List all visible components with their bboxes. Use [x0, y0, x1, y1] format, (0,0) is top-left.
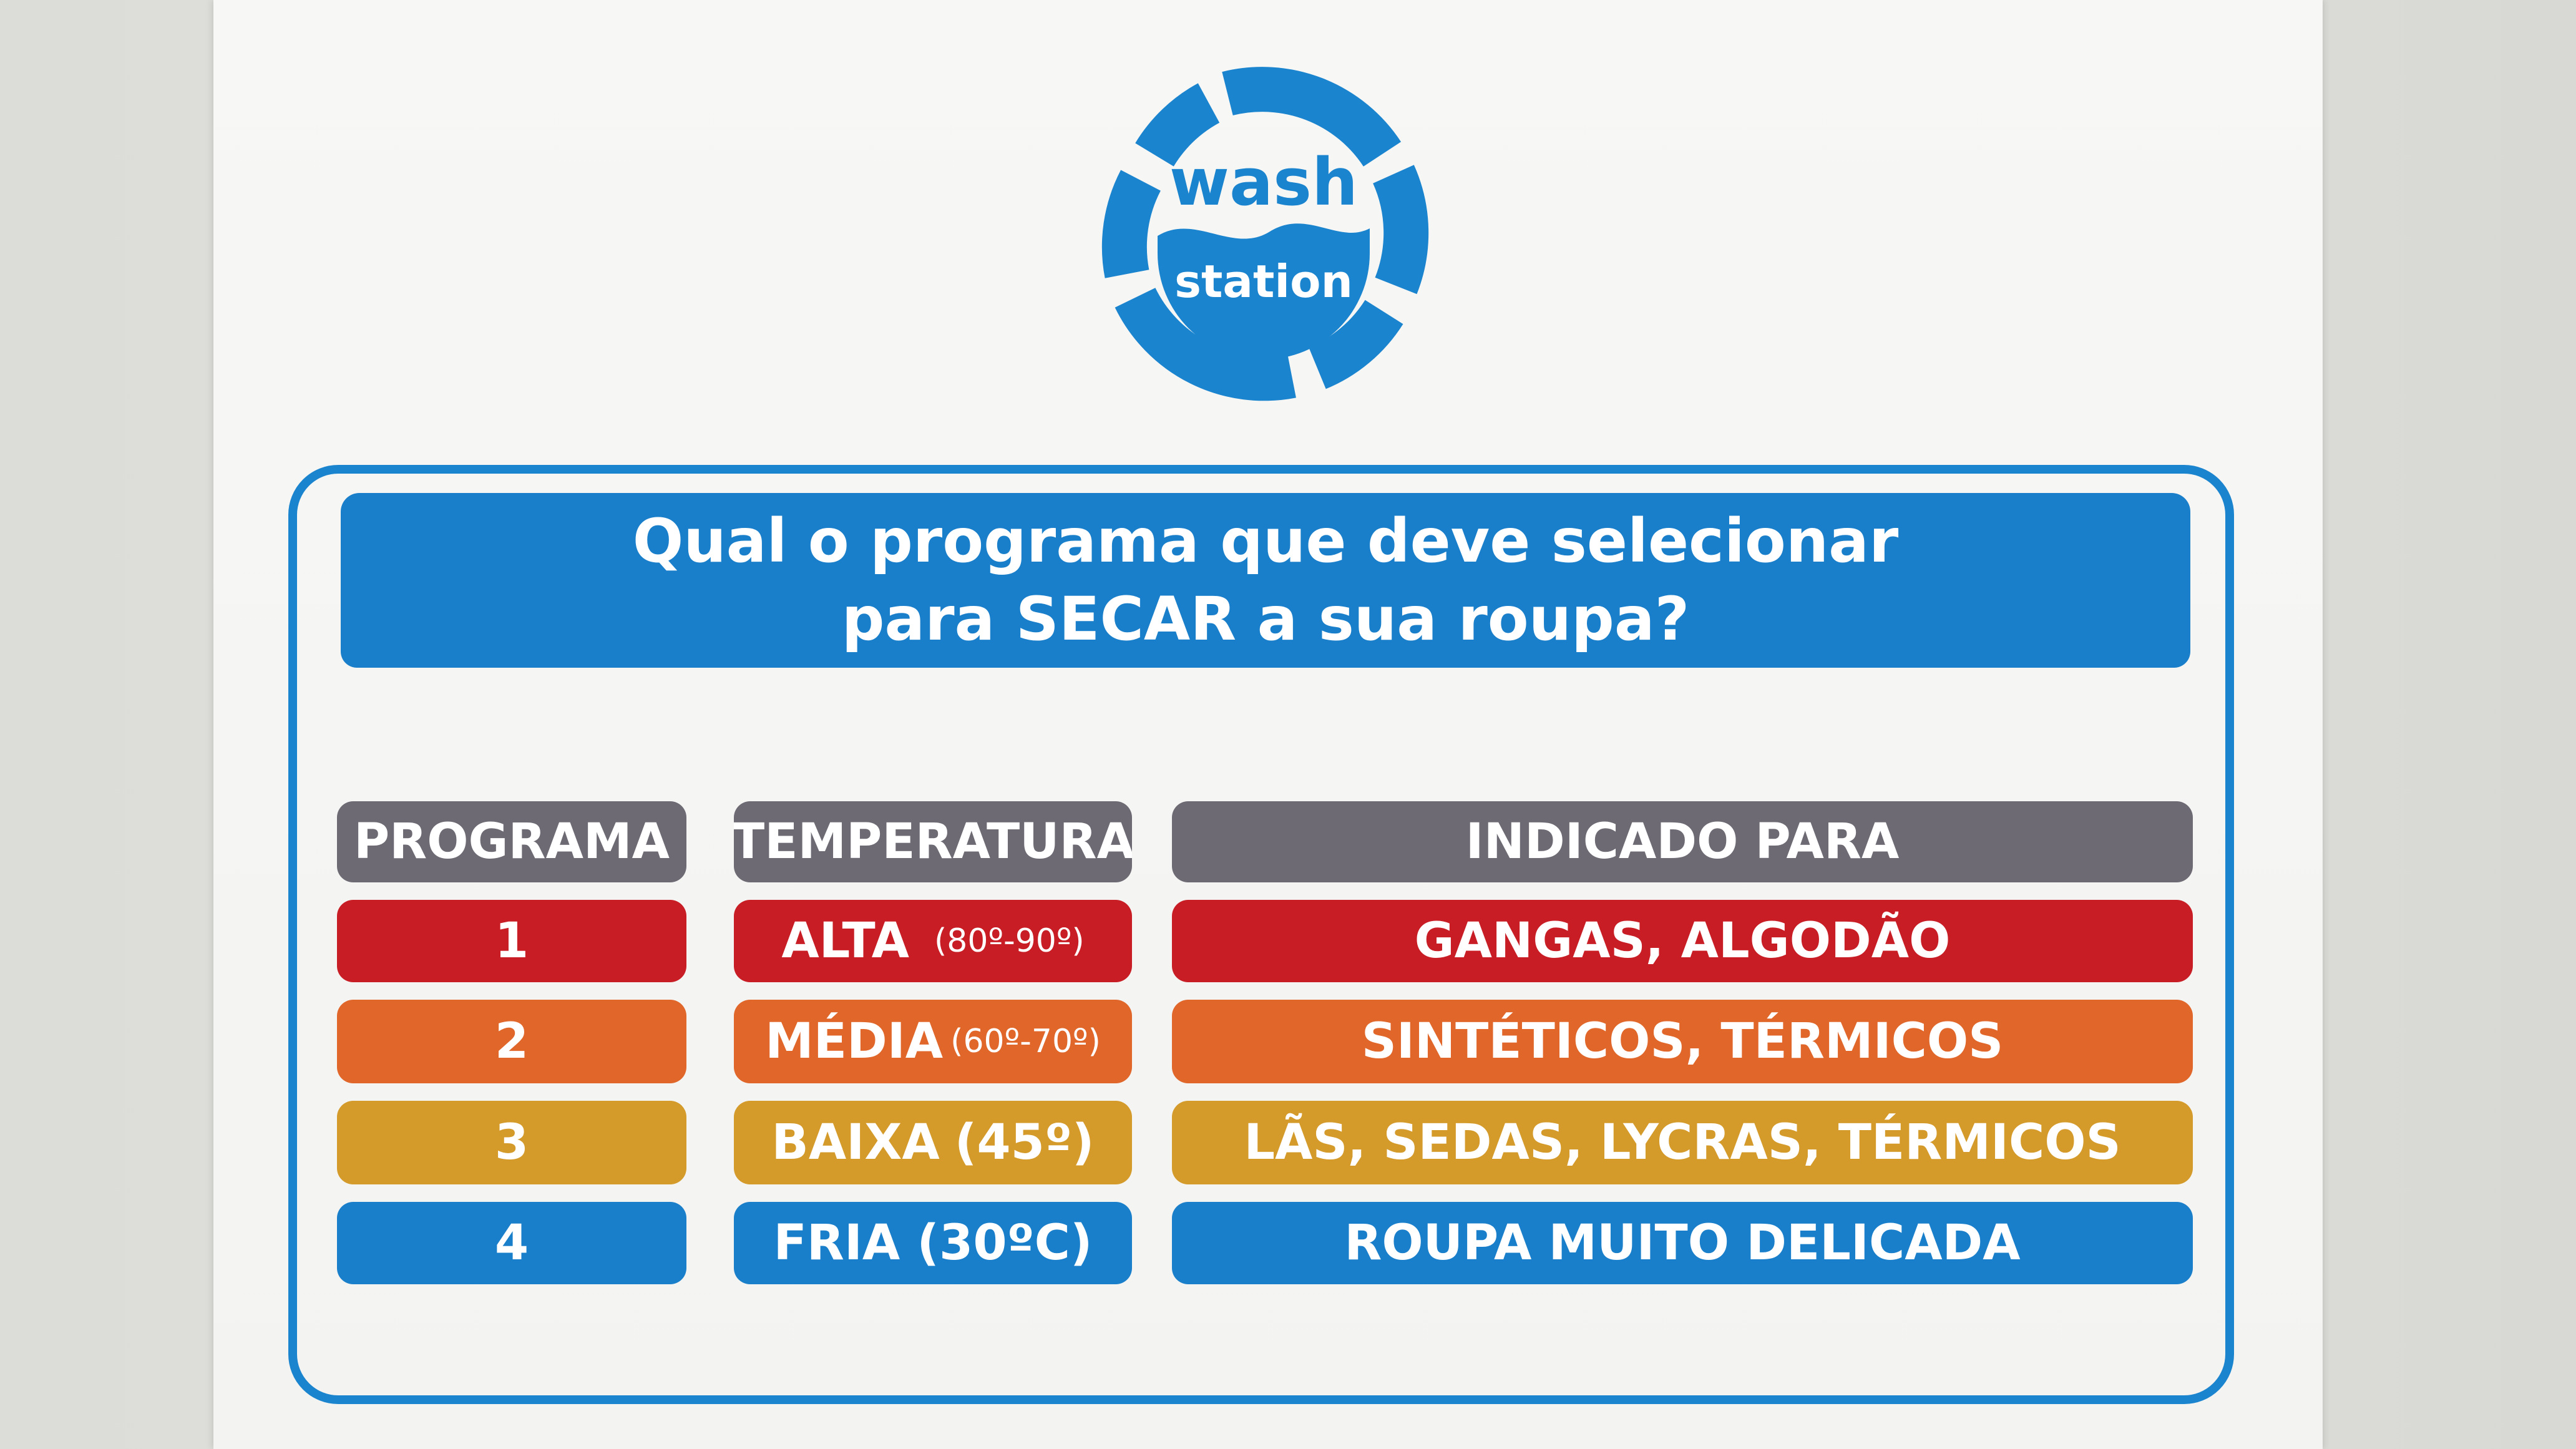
row-4-programa: 4	[337, 1202, 686, 1284]
row-1-temperatura-label: ALTA	[781, 913, 909, 969]
row-4-indicado: ROUPA MUITO DELICADA	[1172, 1202, 2193, 1284]
column-header-programa: PROGRAMA	[337, 801, 686, 882]
row-4-temperatura: FRIA (30ºC)	[734, 1202, 1132, 1284]
row-3-programa: 3	[337, 1101, 686, 1184]
row-2-programa: 2	[337, 1000, 686, 1083]
row-4-temperatura-label: FRIA (30ºC)	[773, 1215, 1093, 1271]
row-2-temperatura: MÉDIA (60º-70º)	[734, 1000, 1132, 1083]
row-1-programa: 1	[337, 900, 686, 982]
row-3-temperatura-label: BAIXA	[771, 1115, 940, 1171]
row-1-indicado: GANGAS, ALGODÃO	[1172, 900, 2193, 982]
question-line-1: Qual o programa que deve selecionar	[632, 506, 1899, 577]
wash-station-logo: wash station	[1070, 41, 1457, 428]
row-3-indicado: LÃS, SEDAS, LYCRAS, TÉRMICOS	[1172, 1101, 2193, 1184]
question-line-2: para SECAR a sua roupa?	[841, 584, 1690, 654]
column-header-indicado: INDICADO PARA	[1172, 801, 2193, 882]
logo-text-wash: wash	[1169, 144, 1358, 220]
row-3-temperatura-range: (45º)	[954, 1115, 1095, 1171]
wash-station-logo-mark: wash station	[1101, 67, 1429, 401]
row-3-temperatura: BAIXA (45º)	[734, 1101, 1132, 1184]
logo-text-station: station	[1174, 255, 1353, 308]
question-header: Qual o programa que deve selecionar para…	[341, 493, 2190, 668]
row-2-temperatura-label: MÉDIA	[765, 1013, 944, 1070]
row-2-indicado: SINTÉTICOS, TÉRMICOS	[1172, 1000, 2193, 1083]
row-2-temperatura-range: (60º-70º)	[950, 1023, 1101, 1060]
row-1-temperatura: ALTA (80º-90º)	[734, 900, 1132, 982]
column-header-temperatura: TEMPERATURA	[734, 801, 1132, 882]
row-1-temperatura-range: (80º-90º)	[934, 922, 1085, 960]
